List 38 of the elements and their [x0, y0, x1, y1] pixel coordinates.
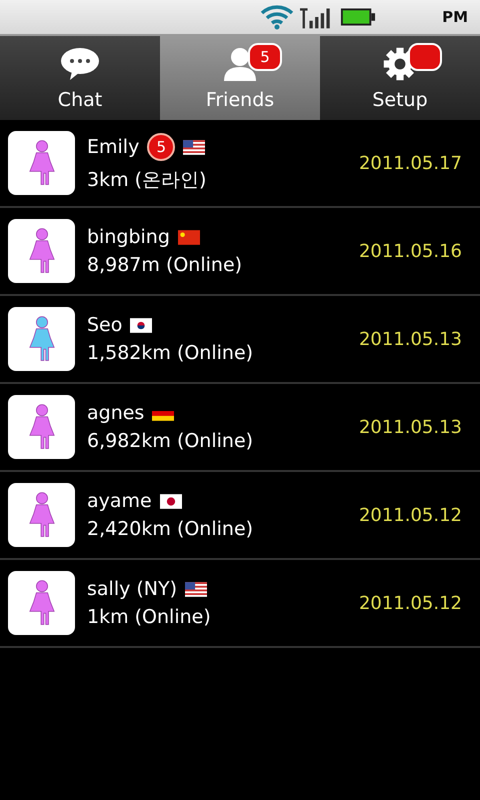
- flag-icon: [183, 140, 206, 154]
- friend-name: bingbing: [87, 226, 170, 248]
- date: 2011.05.12: [358, 504, 462, 526]
- wifi-icon: [260, 4, 294, 30]
- friend-name: sally (NY): [87, 578, 178, 600]
- friend-row[interactable]: bingbing 8,987m (Online) 2011.05.16: [0, 208, 480, 296]
- distance-status: 8,987m (Online): [87, 254, 244, 276]
- flag-icon: [160, 494, 182, 508]
- friend-row[interactable]: Emily 5 3km (온라인) 2011.05.17: [0, 120, 480, 208]
- flag-icon: [178, 230, 200, 244]
- distance-status: 6,982km (Online): [87, 430, 254, 452]
- distance-status: 1km (Online): [87, 606, 212, 628]
- tab[interactable]: Chat: [0, 36, 160, 120]
- friend-row[interactable]: ayame 2,420km (Online) 2011.05.12: [0, 472, 480, 560]
- clock: PM: [442, 8, 468, 26]
- friend-row[interactable]: agnes 6,982km (Online) 2011.05.13: [0, 384, 480, 472]
- flag-icon: [130, 318, 152, 332]
- friend-row[interactable]: sally (NY) 1km (Online) 2011.05.12: [0, 560, 480, 648]
- friend-name: Emily: [87, 136, 140, 158]
- tab[interactable]: 5 Friends: [160, 36, 320, 120]
- date: 2011.05.13: [358, 416, 462, 438]
- distance-status: 1,582km (Online): [87, 342, 254, 364]
- message-count: 5: [147, 133, 176, 161]
- friend-row[interactable]: Seo 1,582km (Online) 2011.05.13: [0, 296, 480, 384]
- friend-name: ayame: [87, 490, 152, 512]
- count-badge: 5: [248, 43, 282, 71]
- date: 2011.05.17: [358, 152, 462, 174]
- distance-status: 3km (온라인): [87, 168, 208, 193]
- chat-icon: [60, 46, 100, 82]
- date: 2011.05.16: [358, 240, 462, 262]
- flag-icon: [185, 582, 208, 596]
- friend-name: Seo: [87, 314, 122, 336]
- tab[interactable]: Setup: [320, 36, 480, 120]
- battery-icon: [340, 7, 376, 27]
- date: 2011.05.13: [358, 328, 462, 350]
- friend-name: agnes: [87, 402, 144, 424]
- distance-status: 2,420km (Online): [87, 518, 254, 540]
- date: 2011.05.12: [358, 592, 462, 614]
